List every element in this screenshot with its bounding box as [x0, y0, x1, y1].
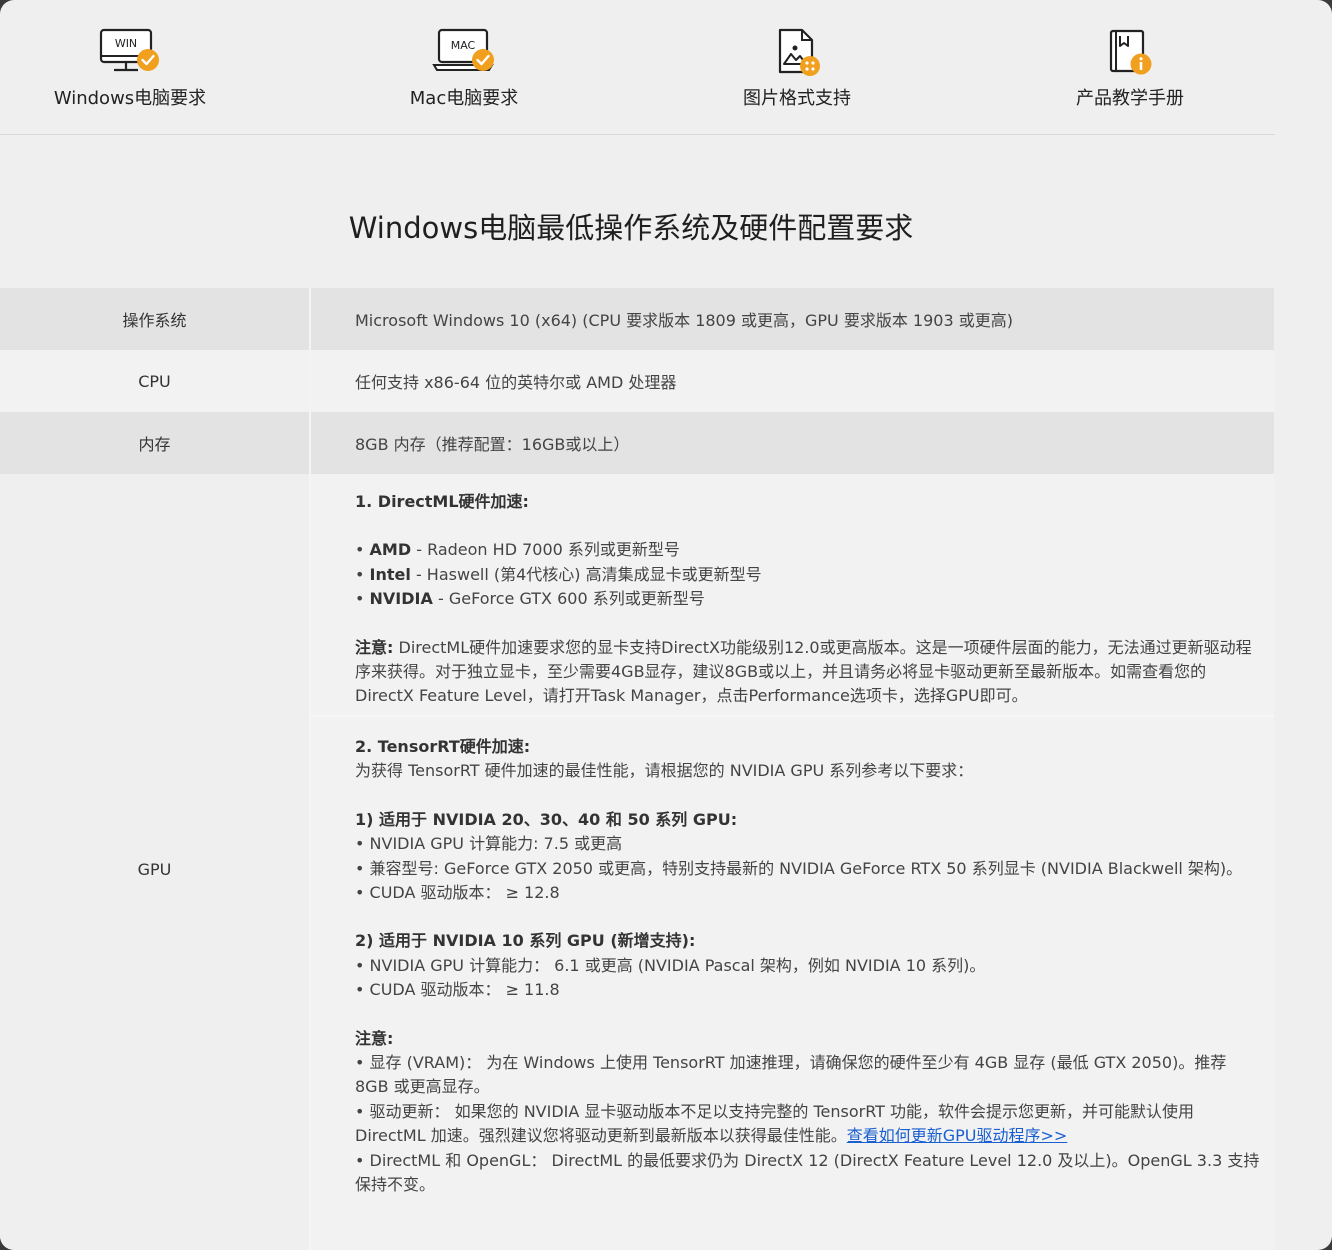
- system-requirements-panel: WIN Windows电脑要求 MAC Mac电脑要求 图片格式支持 产品教学手…: [0, 0, 1332, 1250]
- mac-laptop-check-icon: MAC: [432, 28, 496, 76]
- list-item: • Intel - Haswell (第4代核心) 高清集成显卡或更新型号: [355, 564, 762, 584]
- spec-value-memory: 8GB 内存（推荐配置：16GB或以上）: [311, 412, 1274, 474]
- tensorrt-note-opengl: • DirectML 和 OpenGL： DirectML 的最低要求仍为 Di…: [355, 1150, 1260, 1195]
- spec-row-cpu: CPU 任何支持 x86-64 位的英特尔或 AMD 处理器: [0, 350, 1274, 412]
- windows-monitor-check-icon: WIN: [98, 28, 162, 76]
- list-item: • NVIDIA GPU 计算能力： 6.1 或更高 (NVIDIA Pasca…: [355, 955, 986, 975]
- tensorrt-heading: 2. TensorRT硬件加速:: [355, 737, 531, 756]
- spec-label-gpu: GPU: [0, 474, 309, 1250]
- nav-label-manual: 产品教学手册: [1076, 88, 1184, 109]
- directml-heading: 1. DirectML硬件加速:: [355, 492, 529, 511]
- gpu-directml-block: 1. DirectML硬件加速: • AMD - Radeon HD 7000 …: [311, 474, 1274, 717]
- tensorrt-group1-heading: 1) 适用于 NVIDIA 20、30、40 和 50 系列 GPU:: [355, 809, 738, 829]
- spec-label-memory: 内存: [0, 412, 309, 474]
- spec-value-os: Microsoft Windows 10 (x64) (CPU 要求版本 180…: [311, 288, 1274, 350]
- list-item: • NVIDIA - GeForce GTX 600 系列或更新型号: [355, 589, 705, 609]
- nav-item-mac[interactable]: MAC Mac电脑要求: [344, 28, 584, 110]
- spec-row-memory: 内存 8GB 内存（推荐配置：16GB或以上）: [0, 412, 1274, 474]
- svg-text:WIN: WIN: [115, 37, 137, 50]
- spec-label-cpu: CPU: [0, 350, 309, 412]
- list-item: • AMD - Radeon HD 7000 系列或更新型号: [355, 540, 680, 560]
- manual-book-info-icon: [1098, 28, 1162, 76]
- spec-value-cpu: 任何支持 x86-64 位的英特尔或 AMD 处理器: [311, 350, 1274, 412]
- spec-table: 操作系统 Microsoft Windows 10 (x64) (CPU 要求版…: [0, 288, 1274, 1250]
- nav-label-windows: Windows电脑要求: [53, 88, 207, 109]
- svg-text:MAC: MAC: [451, 39, 476, 52]
- spec-row-os: 操作系统 Microsoft Windows 10 (x64) (CPU 要求版…: [0, 288, 1274, 350]
- spec-row-gpu: GPU 1. DirectML硬件加速: • AMD - Radeon HD 7…: [0, 474, 1274, 1250]
- image-file-icon: [765, 28, 829, 76]
- list-item: • 兼容型号: GeForce GTX 2050 或更高，特别支持最新的 NVI…: [355, 858, 1243, 878]
- tensorrt-group2-heading: 2) 适用于 NVIDIA 10 系列 GPU (新增支持):: [355, 931, 696, 951]
- page-title: Windows电脑最低操作系统及硬件配置要求: [348, 211, 914, 245]
- requirements-nav: WIN Windows电脑要求 MAC Mac电脑要求 图片格式支持 产品教学手…: [0, 0, 1275, 135]
- tensorrt-note-heading: 注意:: [355, 1028, 394, 1048]
- nav-item-image-formats[interactable]: 图片格式支持: [677, 28, 917, 110]
- tensorrt-note-driver: • 驱动更新： 如果您的 NVIDIA 显卡驱动版本不足以支持完整的 Tenso…: [355, 1101, 1195, 1146]
- directml-note: 注意: DirectML硬件加速要求您的显卡支持DirectX功能级别12.0或…: [355, 637, 1252, 706]
- nav-item-windows[interactable]: WIN Windows电脑要求: [10, 28, 250, 110]
- nav-label-mac: Mac电脑要求: [409, 88, 519, 109]
- update-driver-link[interactable]: 查看如何更新GPU驱动程序>>: [847, 1126, 1068, 1145]
- spec-label-os: 操作系统: [0, 288, 309, 350]
- nav-item-manual[interactable]: 产品教学手册: [1010, 28, 1250, 110]
- tensorrt-note-vram: • 显存 (VRAM)： 为在 Windows 上使用 TensorRT 加速推…: [355, 1053, 1227, 1097]
- gpu-tensorrt-block: 2. TensorRT硬件加速: 为获得 TensorRT 硬件加速的最佳性能，…: [311, 717, 1274, 1250]
- list-item: • CUDA 驱动版本： ≥ 12.8: [355, 883, 560, 903]
- list-item: • NVIDIA GPU 计算能力: 7.5 或更高: [355, 834, 623, 854]
- tensorrt-intro: 为获得 TensorRT 硬件加速的最佳性能，请根据您的 NVIDIA GPU …: [355, 761, 974, 781]
- nav-label-image-formats: 图片格式支持: [743, 88, 851, 109]
- list-item: • CUDA 驱动版本： ≥ 11.8: [355, 980, 560, 1000]
